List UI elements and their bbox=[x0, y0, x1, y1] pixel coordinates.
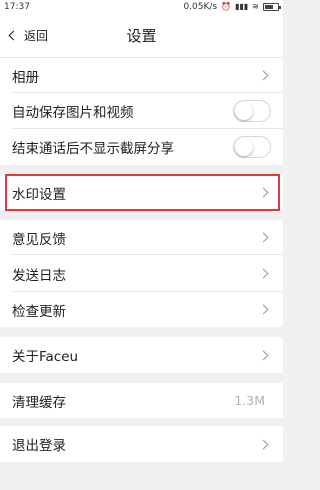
cache-size: 1.3M bbox=[234, 393, 265, 408]
page-title: 设置 bbox=[126, 26, 157, 45]
settings-row-watermark[interactable]: 水印设置 bbox=[0, 175, 283, 210]
settings-row-logout[interactable]: 退出登录 bbox=[0, 426, 283, 462]
settings-row-end-call: 结束通话后不显示截屏分享 bbox=[0, 129, 283, 165]
row-label: 退出登录 bbox=[12, 438, 66, 454]
battery-icon bbox=[263, 2, 281, 11]
row-label: 意见反馈 bbox=[12, 231, 66, 248]
chevron-right-icon bbox=[258, 439, 269, 449]
settings-row-auto-save: 自动保存图片和视频 bbox=[0, 93, 283, 129]
end-call-toggle[interactable] bbox=[233, 136, 271, 158]
back-label: 返回 bbox=[24, 29, 49, 43]
status-icons: 0.05K/s ⏰ ▮▮▮ ≋ bbox=[183, 1, 281, 12]
chevron-right-icon bbox=[258, 70, 269, 81]
back-button[interactable]: 返回 bbox=[8, 13, 49, 58]
settings-row-about[interactable]: 关于Faceu bbox=[0, 337, 283, 373]
toggle-knob bbox=[235, 102, 253, 120]
row-label: 水印设置 bbox=[12, 186, 66, 203]
chevron-right-icon bbox=[258, 350, 269, 360]
row-label: 清理缓存 bbox=[12, 394, 66, 411]
status-time: 17:37 bbox=[4, 1, 30, 12]
chevron-right-icon bbox=[258, 268, 269, 279]
auto-save-toggle[interactable] bbox=[233, 100, 271, 122]
settings-row-send-log[interactable]: 发送日志 bbox=[0, 255, 283, 292]
settings-row-album[interactable]: 相册 bbox=[0, 58, 283, 93]
settings-row-check-update[interactable]: 检查更新 bbox=[0, 292, 283, 327]
network-speed: 0.05K/s bbox=[183, 1, 218, 12]
chevron-right-icon bbox=[258, 187, 269, 198]
toggle-knob bbox=[235, 138, 253, 156]
chevron-right-icon bbox=[258, 232, 269, 243]
row-label: 结束通话后不显示截屏分享 bbox=[12, 141, 174, 157]
wifi-icon: ≋ bbox=[252, 1, 259, 11]
row-label: 发送日志 bbox=[12, 267, 66, 284]
status-bar: 17:37 0.05K/s ⏰ ▮▮▮ ≋ bbox=[0, 0, 283, 13]
navigation-bar: 返回 设置 bbox=[0, 13, 283, 58]
settings-row-clear-cache[interactable]: 清理缓存 1.3M bbox=[0, 383, 283, 418]
chevron-right-icon bbox=[258, 304, 269, 315]
row-label: 自动保存图片和视频 bbox=[12, 105, 134, 121]
chevron-left-icon bbox=[8, 30, 19, 41]
row-label: 关于Faceu bbox=[12, 349, 79, 365]
row-label: 检查更新 bbox=[12, 303, 66, 320]
row-label: 相册 bbox=[12, 69, 39, 86]
clock-icon: ⏰ bbox=[221, 1, 232, 11]
signal-icon: ▮▮▮ bbox=[235, 1, 249, 11]
settings-row-feedback[interactable]: 意见反馈 bbox=[0, 220, 283, 255]
